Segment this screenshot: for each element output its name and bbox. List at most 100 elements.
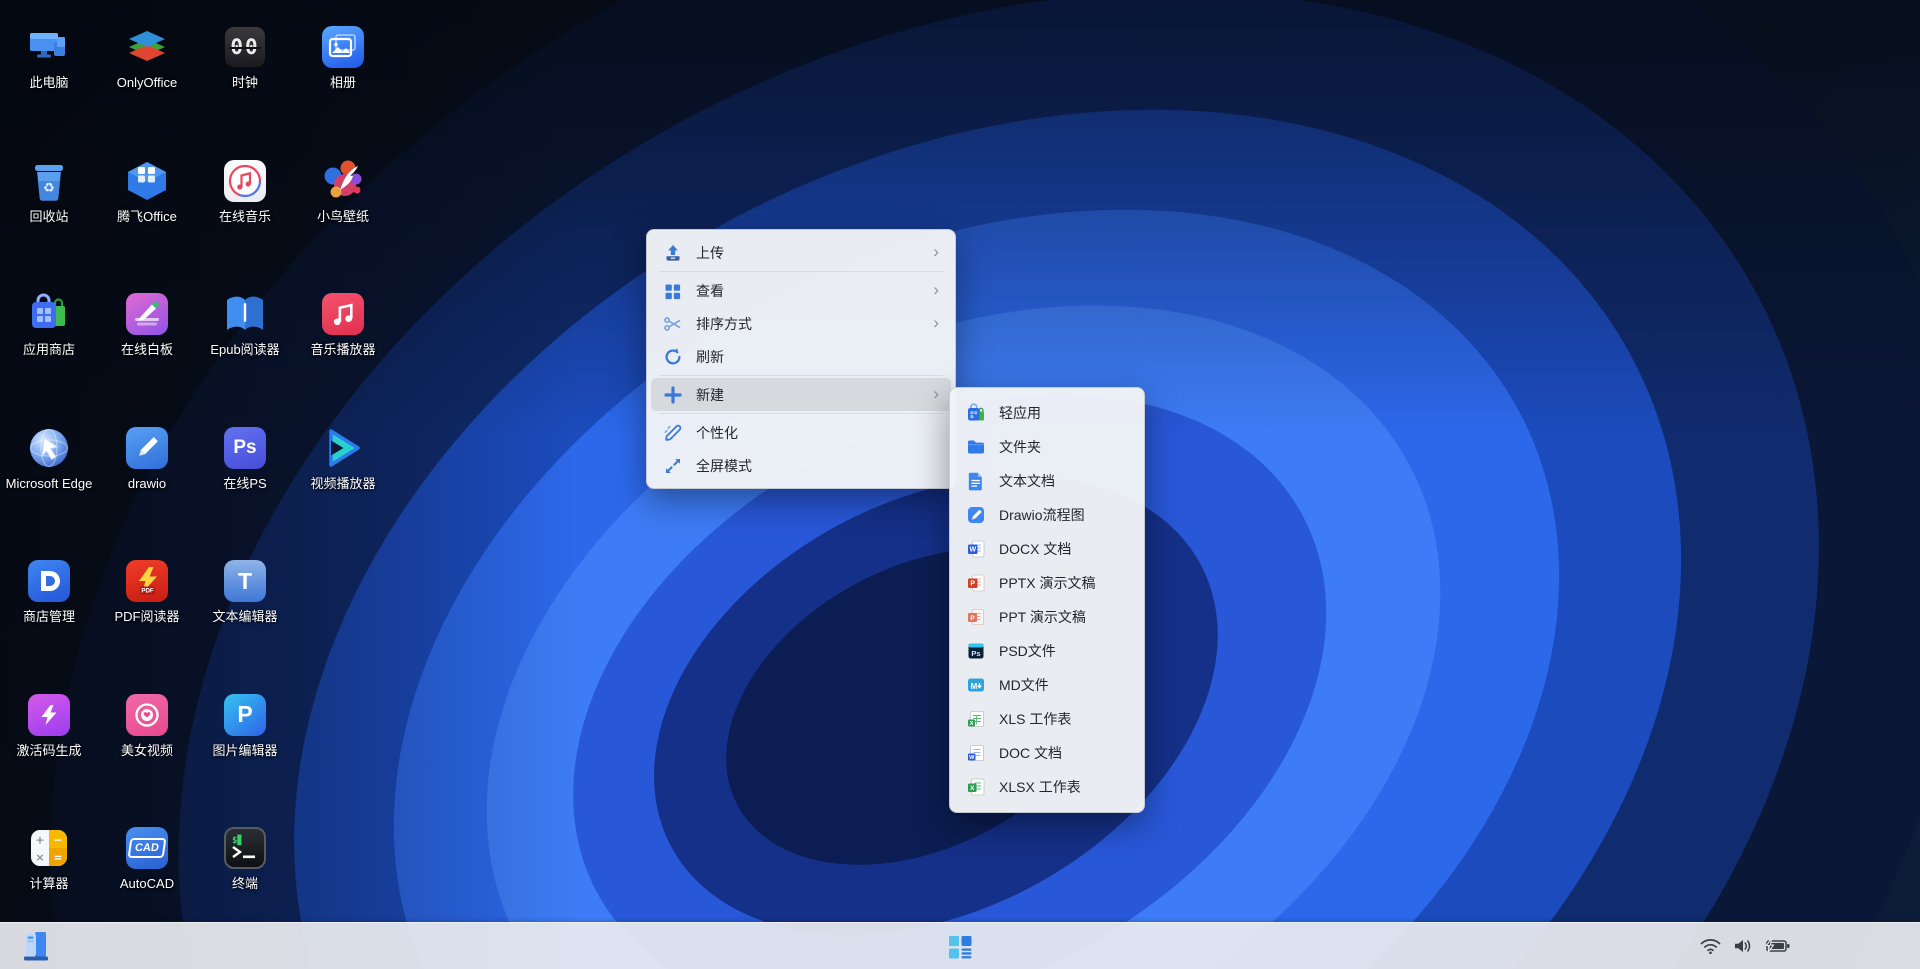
submenu-item-label: 文件夹 [999, 437, 1041, 457]
desktop-icon-label: 商店管理 [23, 609, 75, 626]
submenu-item[interactable]: PPPT 演示文稿 [954, 600, 1140, 634]
desktop-icon-label: 小鸟壁纸 [317, 209, 369, 226]
fullscreen-icon [663, 456, 683, 476]
desktop-icon-store-manager[interactable]: 商店管理 [2, 558, 96, 626]
taskbar [0, 922, 1920, 969]
desktop-icon-drawio[interactable]: drawio [100, 425, 194, 493]
plus-icon [663, 385, 683, 405]
submenu-item-label: PPT 演示文稿 [999, 607, 1086, 627]
desktop-icon-recycle-bin[interactable]: ♻回收站 [2, 158, 96, 226]
context-menu-item[interactable]: 上传› [651, 236, 951, 269]
submenu-item-label: DOC 文档 [999, 743, 1062, 763]
desktop-icon-epub-reader[interactable]: Epub阅读器 [198, 291, 292, 359]
desktop-icon-whiteboard[interactable]: 在线白板 [100, 291, 194, 359]
submenu-item[interactable]: 轻应用 [954, 396, 1140, 430]
xls-file-icon: X [966, 709, 986, 729]
svg-text:M: M [971, 682, 978, 691]
battery-charging-icon[interactable] [1764, 938, 1790, 954]
svg-text:PDF: PDF [141, 588, 154, 595]
wifi-icon[interactable] [1700, 938, 1721, 955]
context-menu-item[interactable]: 全屏模式 [651, 449, 951, 482]
submenu-item[interactable]: WDOC 文档 [954, 736, 1140, 770]
desktop-icon-label: 计算器 [29, 876, 68, 893]
submenu-item[interactable]: X XLSX 工作表 [954, 770, 1140, 804]
submenu-item-label: XLS 工作表 [999, 709, 1071, 729]
svg-text:+: + [35, 834, 44, 847]
desktop-icon-autocad[interactable]: CADAutoCAD [100, 825, 194, 893]
new-submenu: 轻应用文件夹文本文档 Drawio流程图WDOCX 文档 P PPTX 演示文稿 PPP… [949, 387, 1145, 813]
chevron-right-icon: › [933, 281, 939, 300]
submenu-item-label: MD文件 [999, 675, 1049, 695]
svg-text:Ps: Ps [971, 649, 980, 658]
submenu-item-label: DOCX 文档 [999, 539, 1071, 559]
desktop-icon-online-ps[interactable]: Ps在线PS [198, 425, 292, 493]
volume-icon[interactable] [1733, 938, 1752, 954]
desktop-icon-my-computer[interactable]: 此电脑 [2, 24, 96, 92]
submenu-item[interactable]: P PPTX 演示文稿 [954, 566, 1140, 600]
context-menu-item[interactable]: 刷新 [651, 340, 951, 373]
svg-text:X: X [970, 785, 975, 792]
desktop-icon-image-editor[interactable]: P图片编辑器 [198, 692, 292, 760]
desktop-icon-label: PDF阅读器 [114, 609, 179, 626]
desktop-icon-keygen[interactable]: 激活码生成 [2, 692, 96, 760]
desktop-icon-app-store[interactable]: 应用商店 [2, 291, 96, 359]
desktop-icon-terminal[interactable]: $▊终端 [198, 825, 292, 893]
svg-text:X: X [970, 721, 974, 727]
desktop-icon-beauty-video[interactable]: 美女视频 [100, 692, 194, 760]
online-music-icon [222, 158, 268, 204]
submenu-item[interactable]: 文件夹 [954, 430, 1140, 464]
image-editor-icon: P [222, 692, 268, 738]
svg-text:P: P [970, 581, 975, 588]
drawio-icon [124, 425, 170, 471]
submenu-item[interactable]: 文本文档 [954, 464, 1140, 498]
drawio-file-icon [966, 505, 986, 525]
submenu-item[interactable]: Drawio流程图 [954, 498, 1140, 532]
desktop-icon-calculator[interactable]: +−×=计算器 [2, 825, 96, 893]
desktop-icon-photo-album[interactable]: 相册 [296, 24, 390, 92]
desktop-icon-edge-browser[interactable]: Microsoft Edge [2, 425, 96, 493]
submenu-item-label: PPTX 演示文稿 [999, 573, 1095, 593]
whiteboard-icon [124, 291, 170, 337]
submenu-item-label: 文本文档 [999, 471, 1055, 491]
submenu-item[interactable]: WDOCX 文档 [954, 532, 1140, 566]
desktop-icon-online-music[interactable]: 在线音乐 [198, 158, 292, 226]
context-menu-item[interactable]: 个性化 [651, 416, 951, 449]
desktop-icon-music-player[interactable]: 音乐播放器 [296, 291, 390, 359]
desktop-icon-clock[interactable]: 00时钟 [198, 24, 292, 92]
tengfei-office-icon [124, 158, 170, 204]
desktop-icon-video-player[interactable]: 视频播放器 [296, 425, 390, 493]
submenu-item-label: XLSX 工作表 [999, 777, 1081, 797]
desktop-icon-pdf-reader[interactable]: PDF PDF阅读器 [100, 558, 194, 626]
submenu-item[interactable]: X XLS 工作表 [954, 702, 1140, 736]
chevron-right-icon: › [933, 385, 939, 404]
context-menu-item[interactable]: 新建› [651, 378, 951, 411]
submenu-item[interactable]: M MD文件 [954, 668, 1140, 702]
online-ps-icon: Ps [222, 425, 268, 471]
svg-text:×: × [35, 851, 44, 864]
light-app-icon [966, 403, 986, 423]
text-editor-icon: T [222, 558, 268, 604]
desktop-icon-label: 在线白板 [121, 342, 173, 359]
app-launcher-button[interactable] [940, 926, 980, 966]
desktop-icon-label: AutoCAD [120, 876, 174, 893]
my-computer-icon [26, 24, 72, 70]
app-store-icon [26, 291, 72, 337]
start-button[interactable] [16, 926, 56, 966]
context-menu-item-label: 查看 [696, 281, 724, 301]
desktop-icon-tengfei-office[interactable]: 腾飞Office [100, 158, 194, 226]
context-menu-item[interactable]: 排序方式› [651, 307, 951, 340]
submenu-item[interactable]: Ps PSD文件 [954, 634, 1140, 668]
md-file-icon: M [966, 675, 986, 695]
desktop-icon-bird-wallpaper[interactable]: 小鸟壁纸 [296, 158, 390, 226]
context-menu-item-label: 排序方式 [696, 314, 752, 334]
photo-album-icon [320, 24, 366, 70]
epub-reader-icon [222, 291, 268, 337]
desktop-icon-text-editor[interactable]: T文本编辑器 [198, 558, 292, 626]
context-menu: 上传›查看›排序方式›刷新新建›个性化全屏模式 [646, 229, 956, 489]
context-menu-item[interactable]: 查看 › [651, 274, 951, 307]
start-computer-icon [21, 930, 51, 962]
system-tray [1700, 923, 1790, 969]
view-grid-icon [663, 281, 683, 301]
desktop-icon-onlyoffice[interactable]: OnlyOffice [100, 24, 194, 92]
submenu-item-label: PSD文件 [999, 641, 1056, 661]
